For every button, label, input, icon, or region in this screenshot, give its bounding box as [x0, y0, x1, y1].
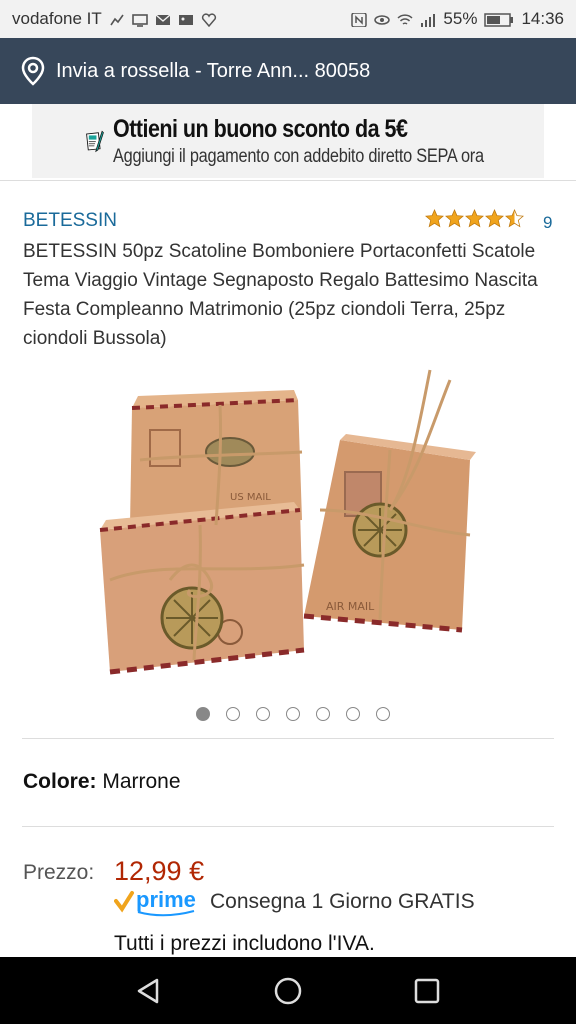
divider [0, 180, 576, 181]
color-selector[interactable]: Colore: Marrone [23, 770, 181, 794]
android-nav-bar [0, 957, 576, 1024]
carousel-dot-active[interactable] [196, 707, 210, 721]
location-pin-icon [21, 56, 45, 86]
screen-icon [131, 12, 148, 27]
product-image[interactable]: US MAIL AIR MAIL [90, 360, 490, 680]
back-icon[interactable] [133, 975, 165, 1007]
eye-icon [374, 12, 391, 26]
delivery-text: Consegna 1 Giorno GRATIS [210, 890, 475, 913]
brand-link[interactable]: BETESSIN [23, 210, 117, 232]
color-value: Marrone [102, 770, 181, 793]
star-half-icon [505, 209, 524, 228]
status-right: 55% 14:36 [351, 9, 564, 29]
carousel-dot[interactable] [256, 707, 270, 721]
heart-icon [201, 12, 217, 28]
star-full-icon [465, 209, 484, 228]
status-bar: vodafone IT 55% 14:36 [0, 0, 576, 38]
carousel-dot[interactable] [346, 707, 360, 721]
star-full-icon [445, 209, 464, 228]
image-icon [178, 12, 194, 26]
battery-percent: 55% [443, 9, 478, 28]
carousel-dot[interactable] [376, 707, 390, 721]
carousel-dot[interactable] [226, 707, 240, 721]
gift-box-front [99, 502, 305, 675]
banner-title: Ottieni un buono sconto da 5€ [112, 114, 408, 143]
prime-logo-icon: prime [114, 889, 196, 917]
delivery-location-bar[interactable]: Invia a rossella - Torre Ann... 80058 [0, 38, 576, 104]
svg-text:AIR MAIL: AIR MAIL [326, 600, 375, 613]
vat-text: Tutti i prezzi includono l'IVA. [114, 932, 375, 955]
product-title: BETESSIN 50pz Scatoline Bomboniere Porta… [23, 241, 538, 349]
carrier-name: vodafone IT [12, 9, 102, 28]
price-label: Prezzo: [23, 861, 95, 884]
banner-text: Ottieni un buono sconto da 5€ Aggiungi i… [113, 115, 544, 168]
mail-icon [155, 12, 171, 26]
image-carousel-dots[interactable] [0, 707, 576, 721]
sepa-promo-banner[interactable]: Ottieni un buono sconto da 5€ Aggiungi i… [0, 104, 576, 180]
rating-count-link[interactable]: 9 [543, 213, 552, 233]
clock: 14:36 [521, 9, 564, 28]
color-label: Colore: [23, 770, 97, 793]
svg-text:US MAIL: US MAIL [230, 492, 271, 503]
star-rating[interactable] [425, 209, 524, 228]
recents-icon[interactable] [411, 975, 443, 1007]
status-left: vodafone IT [12, 9, 217, 29]
prime-text: prime [136, 889, 196, 912]
carousel-dot[interactable] [286, 707, 300, 721]
wifi-icon [397, 12, 413, 26]
star-full-icon [485, 209, 504, 228]
divider [22, 738, 554, 739]
home-icon[interactable] [272, 975, 304, 1007]
carousel-dot[interactable] [316, 707, 330, 721]
battery-icon [484, 12, 514, 27]
delivery-address-text: Invia a rossella - Torre Ann... 80058 [56, 59, 371, 82]
price-value: 12,99 € [114, 856, 205, 886]
star-full-icon [425, 209, 444, 228]
divider [22, 826, 554, 827]
missed-call-icon [109, 12, 125, 26]
document-pen-icon [86, 130, 104, 153]
banner-content[interactable]: Ottieni un buono sconto da 5€ Aggiungi i… [32, 104, 544, 178]
nfc-icon [351, 12, 368, 28]
banner-subtitle: Aggiungi il pagamento con addebito diret… [112, 145, 484, 167]
signal-icon [420, 12, 436, 27]
